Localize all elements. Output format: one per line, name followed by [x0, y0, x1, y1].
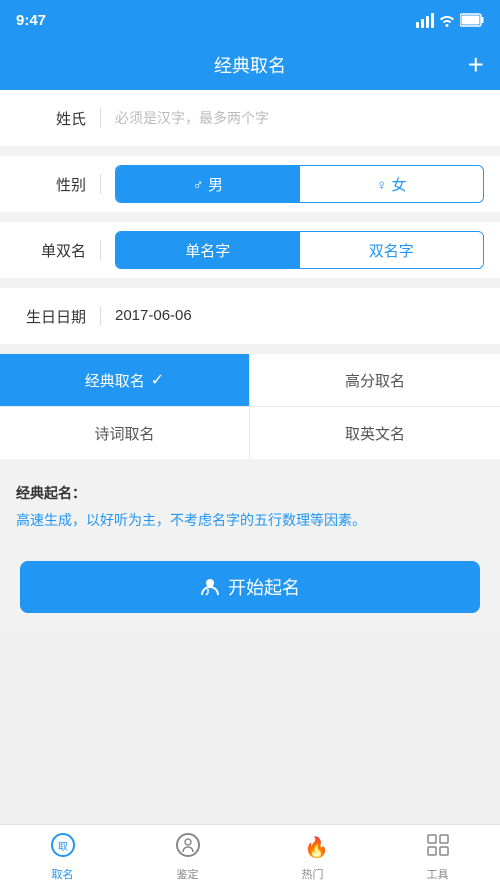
main-content: 姓氏 必须是汉字，最多两个字 性别 ♂ 男 ♀ 女 单双名: [0, 90, 500, 629]
surname-row: 姓氏 必须是汉字，最多两个字: [0, 90, 500, 146]
naming-tab-icon: 取: [50, 832, 76, 863]
classic-naming-button[interactable]: 经典取名 ✓: [0, 354, 250, 406]
separator: [100, 108, 101, 128]
separator: [100, 240, 101, 260]
single-name-button[interactable]: 单名字: [116, 232, 300, 268]
description-title: 经典起名：: [16, 483, 484, 503]
svg-text:🔥: 🔥: [304, 835, 326, 858]
add-button[interactable]: +: [468, 51, 484, 79]
hot-tab-icon: 🔥: [300, 832, 326, 863]
naming-method-grid: 经典取名 ✓ 高分取名: [0, 354, 500, 407]
status-icons: [416, 13, 484, 28]
tools-tab-icon: [425, 832, 451, 863]
birthday-label: 生日日期: [16, 306, 86, 327]
tab-bar: 取 取名 鉴定 🔥 热门: [0, 824, 500, 889]
surname-input-area[interactable]: 必须是汉字，最多两个字: [115, 108, 484, 128]
appraise-tab-icon: [175, 832, 201, 863]
single-name-label: 单名字: [185, 240, 230, 261]
hot-tab-label: 热门: [302, 866, 324, 882]
surname-placeholder: 必须是汉字，最多两个字: [115, 110, 269, 126]
double-name-button[interactable]: 双名字: [300, 232, 484, 268]
highscore-naming-button[interactable]: 高分取名: [250, 354, 500, 406]
name-type-row: 单双名 单名字 双名字: [0, 222, 500, 278]
start-naming-button[interactable]: 开始起名: [20, 561, 480, 613]
highscore-naming-label: 高分取名: [345, 370, 405, 391]
english-naming-button[interactable]: 取英文名: [250, 407, 500, 459]
gender-female-label: ♀ 女: [376, 174, 406, 195]
poetry-naming-label: 诗词取名: [94, 423, 154, 444]
birthday-value: 2017-06-06: [115, 307, 192, 324]
separator: [100, 174, 101, 194]
naming-method-grid-2: 诗词取名 取英文名: [0, 407, 500, 459]
header-title: 经典取名: [214, 52, 286, 78]
naming-tab-label: 取名: [52, 866, 74, 882]
classic-naming-label: 经典取名: [85, 370, 145, 391]
english-naming-label: 取英文名: [345, 423, 405, 444]
signal-icon: [416, 13, 434, 28]
description-body: 高速生成，以好听为主，不考虑名字的五行数理等因素。: [16, 509, 484, 531]
gender-female-button[interactable]: ♀ 女: [300, 166, 484, 202]
gender-row: 性别 ♂ 男 ♀ 女: [0, 156, 500, 212]
wifi-icon: [438, 13, 456, 27]
battery-icon: [460, 13, 484, 27]
appraise-tab-label: 鉴定: [177, 866, 199, 882]
birthday-value-area[interactable]: 2017-06-06: [115, 307, 484, 325]
tab-naming[interactable]: 取 取名: [0, 825, 125, 889]
description-section: 经典起名： 高速生成，以好听为主，不考虑名字的五行数理等因素。: [0, 469, 500, 545]
gender-male-label: ♂ 男: [193, 174, 223, 195]
naming-method-section: 经典取名 ✓ 高分取名 诗词取名 取英文名: [0, 354, 500, 459]
tab-appraise[interactable]: 鉴定: [125, 825, 250, 889]
status-time: 9:47: [16, 12, 46, 29]
surname-section: 姓氏 必须是汉字，最多两个字: [0, 90, 500, 146]
birthday-section: 生日日期 2017-06-06: [0, 288, 500, 344]
gender-toggle-group: ♂ 男 ♀ 女: [115, 165, 484, 203]
status-bar: 9:47: [0, 0, 500, 40]
gender-male-button[interactable]: ♂ 男: [116, 166, 300, 202]
name-type-toggle-group: 单名字 双名字: [115, 231, 484, 269]
app-header: 经典取名 +: [0, 40, 500, 90]
name-type-section: 单双名 单名字 双名字: [0, 222, 500, 278]
birthday-row: 生日日期 2017-06-06: [0, 288, 500, 344]
tools-tab-label: 工具: [427, 866, 449, 882]
name-type-label: 单双名: [16, 240, 86, 261]
tab-tools[interactable]: 工具: [375, 825, 500, 889]
start-button-section: 开始起名: [0, 545, 500, 629]
surname-label: 姓氏: [16, 108, 86, 129]
start-naming-label: 开始起名: [228, 574, 300, 600]
svg-text:取: 取: [58, 841, 68, 853]
gender-label: 性别: [16, 174, 86, 195]
gender-section: 性别 ♂ 男 ♀ 女: [0, 156, 500, 212]
poetry-naming-button[interactable]: 诗词取名: [0, 407, 250, 459]
check-icon: ✓: [151, 370, 164, 390]
separator: [100, 306, 101, 326]
double-name-label: 双名字: [369, 240, 414, 261]
tab-hot[interactable]: 🔥 热门: [250, 825, 375, 889]
person-icon: [200, 577, 220, 597]
